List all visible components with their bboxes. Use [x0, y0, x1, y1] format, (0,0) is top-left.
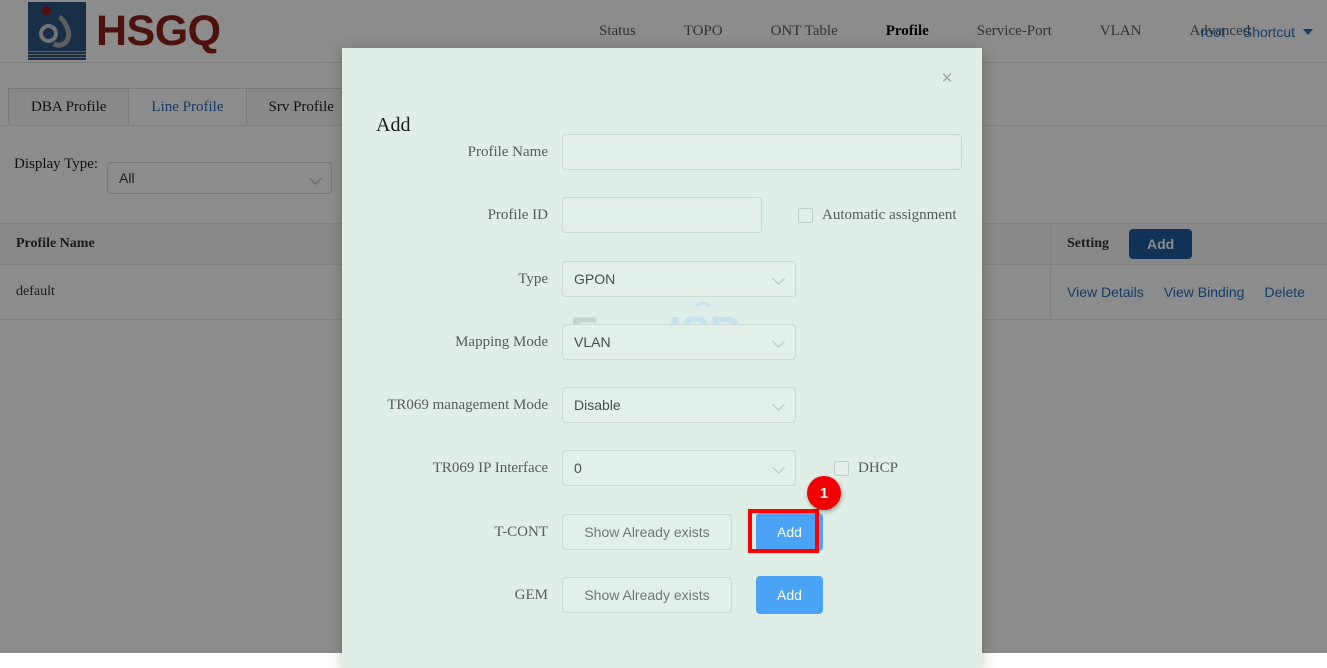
- tr069-ip-interface-select[interactable]: 0: [562, 450, 796, 486]
- field-row-profile-id: Profile ID Automatic assignment: [342, 197, 982, 233]
- chevron-down-icon: [772, 398, 785, 411]
- mapping-mode-label: Mapping Mode: [342, 334, 562, 351]
- wifi-arc-icon: [691, 302, 715, 326]
- add-line-profile-modal: Add × ForoISP Profile Name Profile ID Au…: [342, 48, 982, 668]
- profile-name-label: Profile Name: [342, 144, 562, 161]
- gem-add-button[interactable]: Add: [756, 576, 823, 614]
- tr069-ip-interface-value: 0: [574, 460, 582, 476]
- chevron-down-icon: [772, 335, 785, 348]
- chevron-down-icon: [772, 461, 785, 474]
- field-row-mapping-mode: Mapping Mode VLAN: [342, 324, 982, 360]
- tcont-add-button[interactable]: Add: [756, 513, 823, 551]
- profile-name-input[interactable]: [562, 134, 962, 170]
- tr069-management-mode-label: TR069 management Mode: [342, 397, 562, 414]
- field-row-type: Type GPON: [342, 261, 982, 297]
- mapping-mode-select[interactable]: VLAN: [562, 324, 796, 360]
- field-row-tr069-management-mode: TR069 management Mode Disable: [342, 387, 982, 423]
- field-row-profile-name: Profile Name: [342, 134, 982, 170]
- chevron-down-icon: [772, 272, 785, 285]
- profile-id-input[interactable]: [562, 197, 762, 233]
- tr069-management-mode-select[interactable]: Disable: [562, 387, 796, 423]
- dhcp-checkbox-wrap[interactable]: DHCP: [834, 460, 898, 477]
- automatic-assignment-checkbox-wrap[interactable]: Automatic assignment: [798, 207, 957, 224]
- field-row-gem: GEM Show Already exists Add: [342, 576, 982, 614]
- type-label: Type: [342, 271, 562, 288]
- tcont-show-already-exists-button[interactable]: Show Already exists: [562, 514, 732, 550]
- profile-id-label: Profile ID: [342, 207, 562, 224]
- dhcp-checkbox[interactable]: [834, 461, 849, 476]
- type-select[interactable]: GPON: [562, 261, 796, 297]
- mapping-mode-value: VLAN: [574, 334, 611, 350]
- type-value: GPON: [574, 271, 615, 287]
- automatic-assignment-checkbox[interactable]: [798, 208, 813, 223]
- tcont-label: T-CONT: [342, 524, 562, 541]
- field-row-tcont: T-CONT Show Already exists Add: [342, 513, 982, 551]
- dhcp-label: DHCP: [858, 460, 898, 477]
- automatic-assignment-label: Automatic assignment: [822, 207, 957, 224]
- gem-show-already-exists-button[interactable]: Show Already exists: [562, 577, 732, 613]
- close-icon[interactable]: ×: [934, 66, 960, 92]
- field-row-tr069-ip-interface: TR069 IP Interface 0 DHCP: [342, 450, 982, 486]
- gem-label: GEM: [342, 587, 562, 604]
- tr069-management-mode-value: Disable: [574, 397, 621, 413]
- tr069-ip-interface-label: TR069 IP Interface: [342, 460, 562, 477]
